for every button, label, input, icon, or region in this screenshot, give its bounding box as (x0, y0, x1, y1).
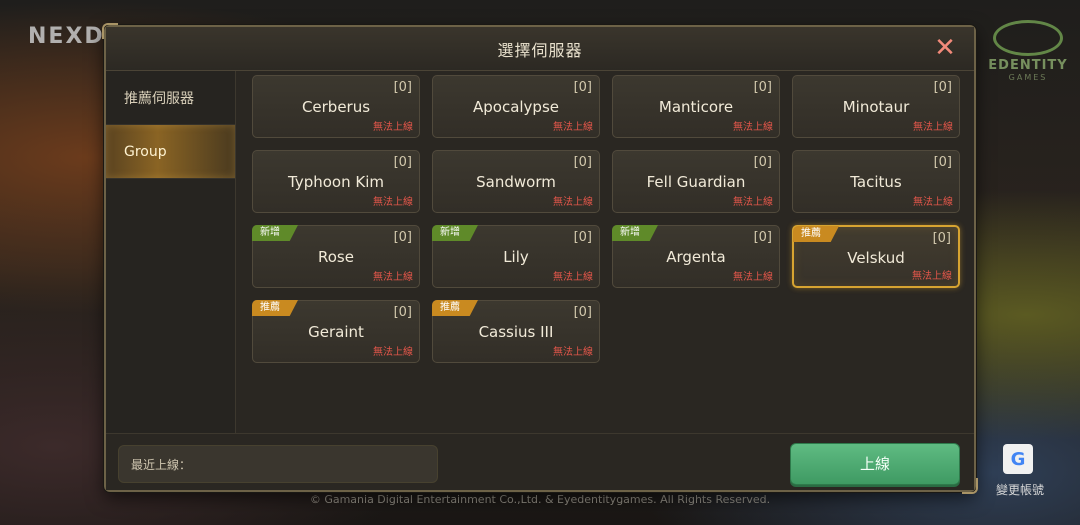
server-card[interactable]: 推薦 [0] Geraint 無法上線 (252, 300, 420, 363)
server-name: Tacitus (850, 173, 902, 191)
recent-server-box: 最近上線： (118, 445, 438, 483)
dialog-header: 選擇伺服器 ✕ (106, 27, 974, 71)
server-name: Cerberus (301, 98, 371, 116)
close-icon[interactable]: ✕ (932, 35, 958, 62)
server-name: Fell Guardian (646, 173, 746, 191)
server-name: Minotaur (842, 98, 910, 116)
server-name: Rose (318, 248, 354, 266)
character-count: [0] (393, 305, 412, 320)
eye-icon (993, 20, 1063, 56)
nexon-logo: NEXD (28, 24, 105, 49)
character-count: [0] (753, 80, 772, 95)
sidebar-item-group[interactable]: Group (106, 125, 235, 179)
character-count: [0] (573, 155, 592, 170)
server-name: Velskud (847, 249, 905, 267)
server-card[interactable]: 推薦 [0] Velskud 無法上線 (792, 225, 960, 288)
server-status: 無法上線 (733, 272, 773, 283)
server-card[interactable]: 推薦 [0] Cassius III 無法上線 (432, 300, 600, 363)
server-status: 無法上線 (553, 347, 593, 358)
recommended-badge: 推薦 (432, 300, 478, 316)
eyedentity-logo: EDENTITY GAMES (978, 20, 1078, 90)
new-badge: 新增 (432, 225, 478, 241)
server-card[interactable]: [0] Apocalypse 無法上線 (432, 75, 600, 138)
server-status: 無法上線 (553, 272, 593, 283)
server-status: 無法上線 (553, 197, 593, 208)
server-name: Manticore (658, 98, 734, 116)
server-status: 無法上線 (913, 197, 953, 208)
character-count: [0] (573, 305, 592, 320)
eyedentity-logo-subtext: GAMES (1008, 73, 1048, 82)
server-status: 無法上線 (373, 197, 413, 208)
character-count: [0] (753, 230, 772, 245)
copyright-text: © Gamania Digital Entertainment Co.,Ltd.… (309, 493, 771, 506)
server-card[interactable]: [0] Manticore 無法上線 (612, 75, 780, 138)
server-name: Argenta (666, 248, 726, 266)
character-count: [0] (753, 155, 772, 170)
character-count: [0] (393, 230, 412, 245)
server-card[interactable]: 新增 [0] Argenta 無法上線 (612, 225, 780, 288)
dialog-title: 選擇伺服器 (497, 40, 583, 60)
server-status: 無法上線 (733, 122, 773, 133)
server-name: Apocalypse (472, 98, 559, 116)
sidebar-item-recommended[interactable]: 推薦伺服器 (106, 71, 235, 125)
server-card[interactable]: [0] Tacitus 無法上線 (792, 150, 960, 213)
server-status: 無法上線 (553, 122, 593, 133)
character-count: [0] (933, 155, 952, 170)
recommended-badge: 推薦 (793, 226, 839, 242)
bottom-bar: 最近上線： 上線 (106, 433, 974, 490)
eyedentity-logo-text: EDENTITY (988, 58, 1068, 73)
server-name: Typhoon Kim (288, 173, 384, 191)
server-group-sidebar: 推薦伺服器 Group (106, 71, 236, 433)
server-status: 無法上線 (373, 272, 413, 283)
server-name: Geraint (308, 323, 364, 341)
character-count: [0] (573, 80, 592, 95)
google-icon[interactable]: G (1003, 444, 1033, 474)
server-card[interactable]: 新增 [0] Rose 無法上線 (252, 225, 420, 288)
server-card[interactable]: [0] Fell Guardian 無法上線 (612, 150, 780, 213)
server-card[interactable]: 新增 [0] Lily 無法上線 (432, 225, 600, 288)
server-status: 無法上線 (373, 122, 413, 133)
character-count: [0] (932, 231, 951, 246)
recent-server-label: 最近上線： (131, 457, 192, 472)
server-status: 無法上線 (373, 347, 413, 358)
character-count: [0] (393, 155, 412, 170)
server-name: Sandworm (476, 173, 556, 191)
server-card[interactable]: [0] Sandworm 無法上線 (432, 150, 600, 213)
server-grid: [0] Cerberus 無法上線 [0] Apocalypse 無法上線 [0] Manti… (252, 75, 964, 363)
server-status: 無法上線 (913, 122, 953, 133)
server-name: Lily (503, 248, 529, 266)
new-badge: 新增 (612, 225, 658, 241)
server-card[interactable]: [0] Typhoon Kim 無法上線 (252, 150, 420, 213)
connect-button[interactable]: 上線 (790, 443, 960, 485)
server-card[interactable]: [0] Cerberus 無法上線 (252, 75, 420, 138)
server-status: 無法上線 (912, 271, 952, 282)
character-count: [0] (393, 80, 412, 95)
new-badge: 新增 (252, 225, 298, 241)
sidebar-item-label: Group (124, 143, 167, 160)
character-count: [0] (933, 80, 952, 95)
recommended-badge: 推薦 (252, 300, 298, 316)
server-name: Cassius III (478, 323, 554, 341)
server-card[interactable]: [0] Minotaur 無法上線 (792, 75, 960, 138)
server-select-dialog: 選擇伺服器 ✕ 推薦伺服器 Group [0] Cerberus 無法上線 [0] Ap… (102, 23, 978, 494)
character-count: [0] (573, 230, 592, 245)
server-status: 無法上線 (733, 197, 773, 208)
sidebar-item-label: 推薦伺服器 (124, 90, 194, 107)
